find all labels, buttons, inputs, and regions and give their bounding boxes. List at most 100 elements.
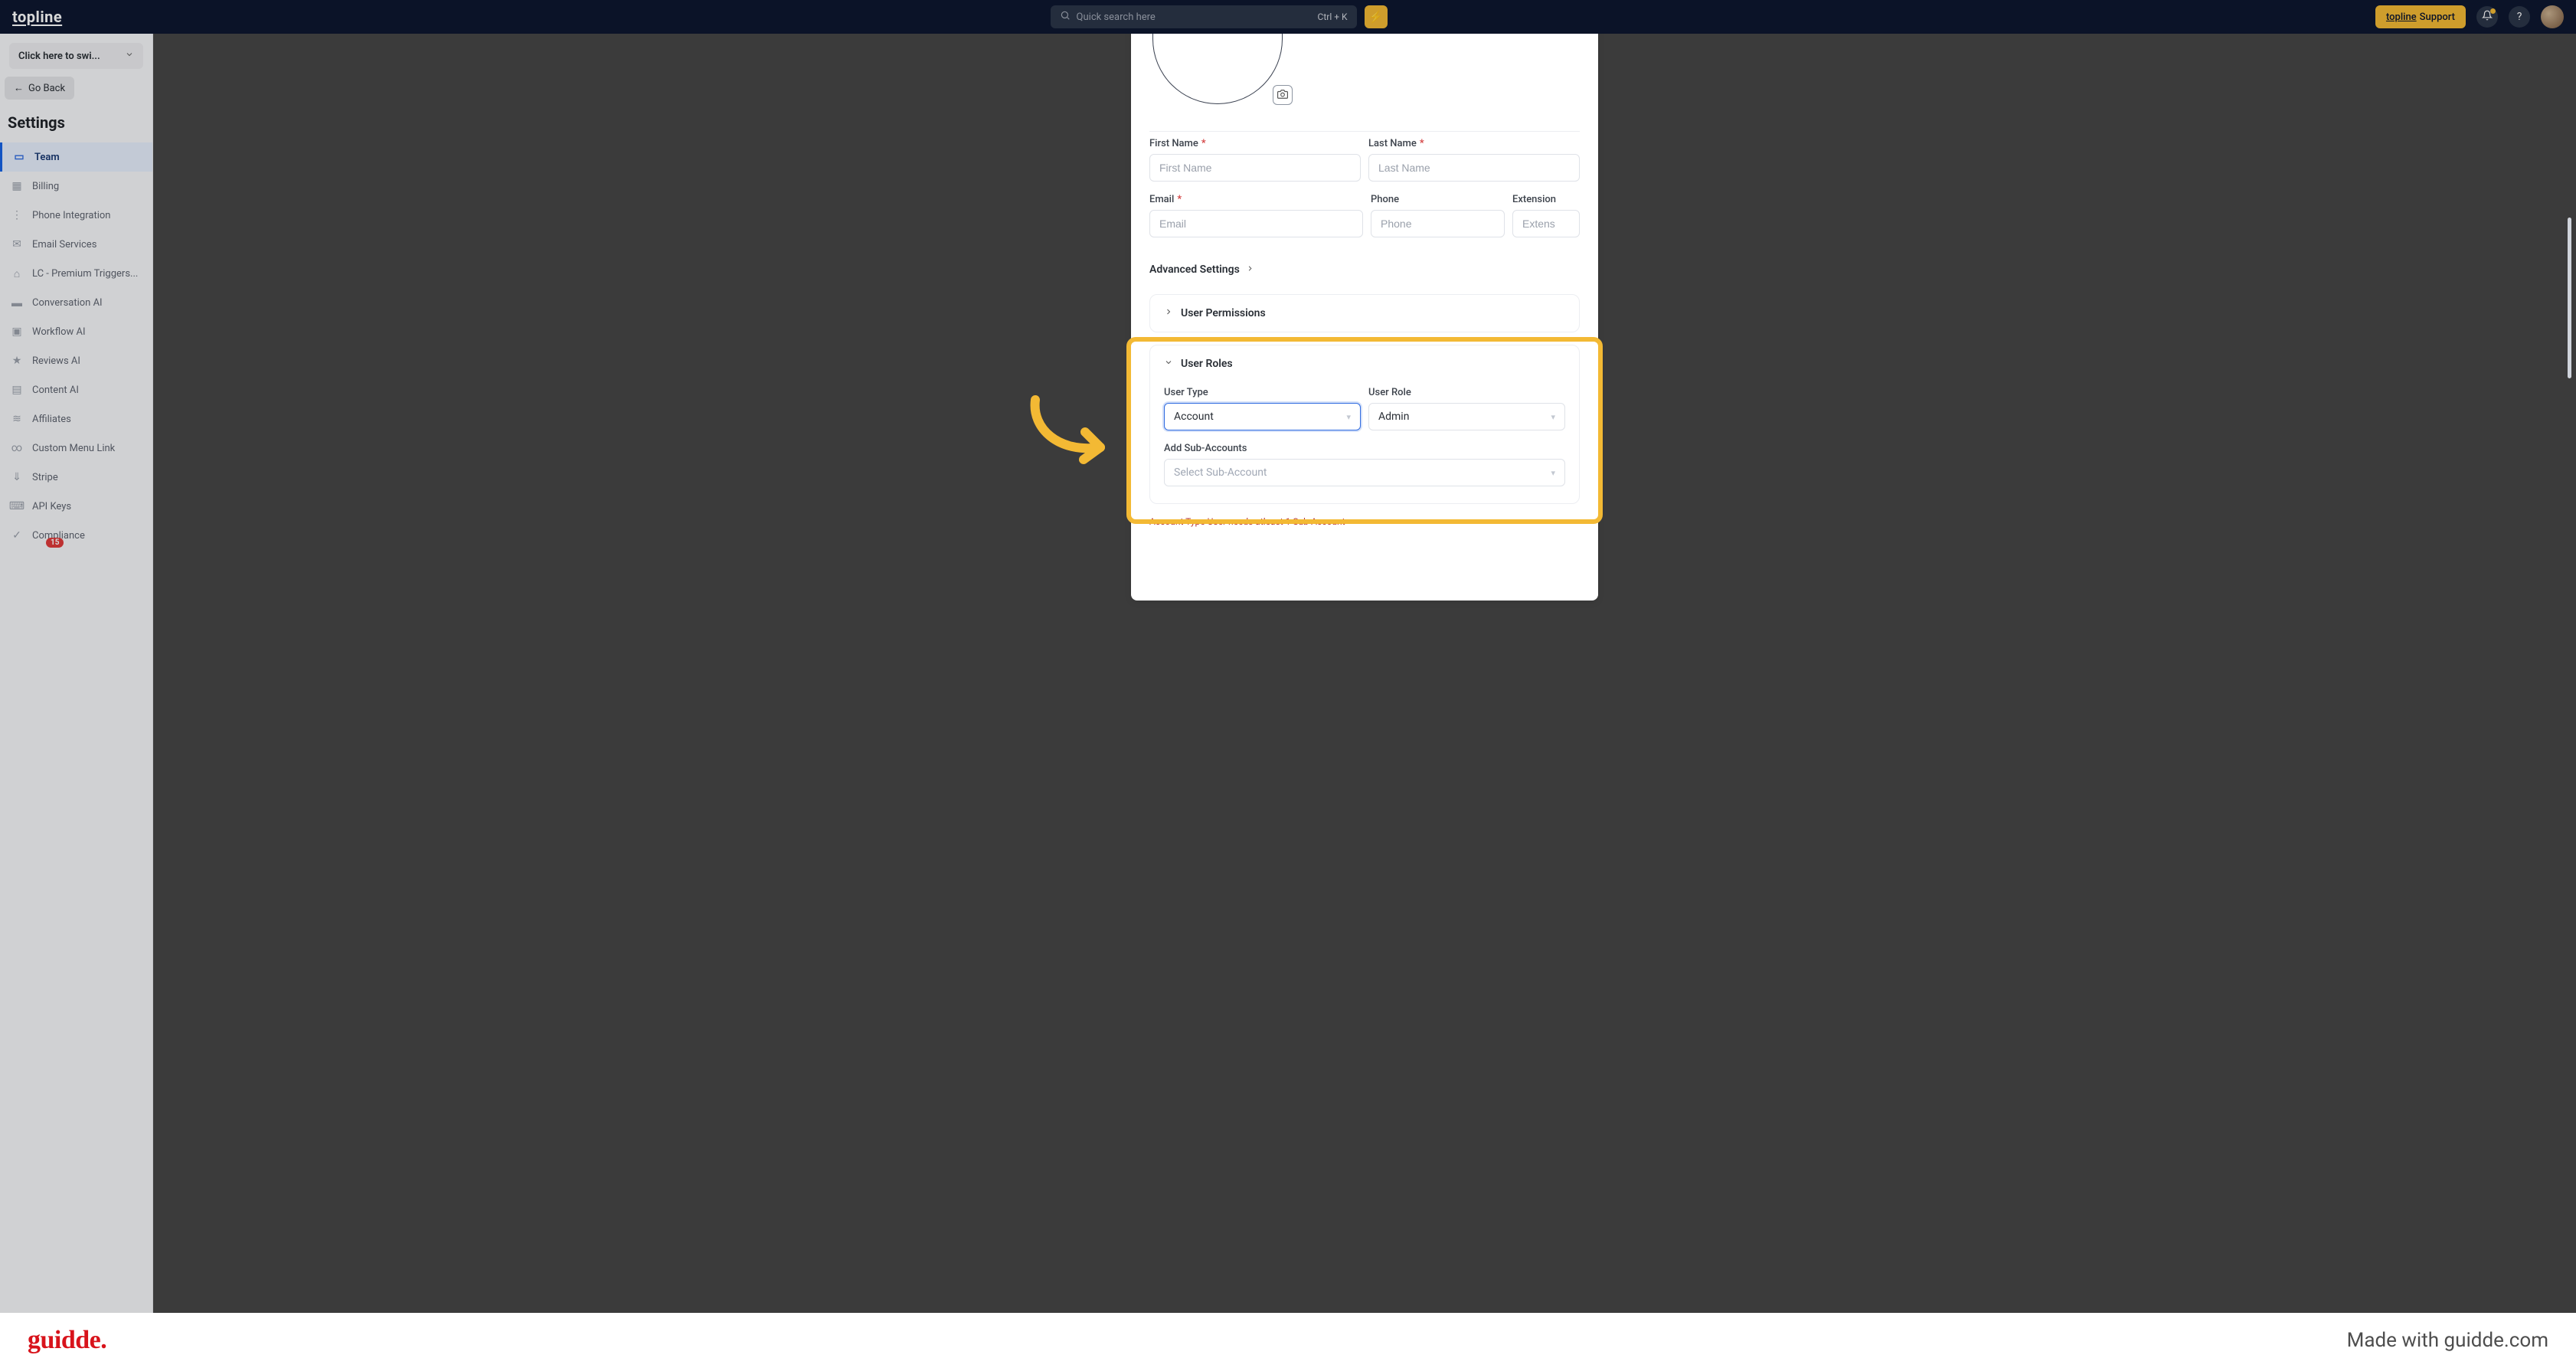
go-back-label: Go Back	[28, 83, 65, 94]
search-input[interactable]: Quick search here Ctrl + K	[1051, 5, 1357, 28]
notifications-button[interactable]	[2476, 6, 2498, 28]
sidebar-item-billing[interactable]: ▦ Billing	[0, 172, 152, 201]
chevron-down-icon	[1164, 358, 1173, 370]
sidebar-item-conversation-ai[interactable]: ▬ Conversation AI	[0, 288, 152, 317]
sidebar-item-compliance[interactable]: ✓ Compliance 15	[0, 521, 152, 550]
switcher-label: Click here to swi...	[18, 51, 100, 62]
chevron-right-icon	[1164, 307, 1173, 319]
first-name-input[interactable]	[1149, 154, 1361, 182]
notification-dot	[2490, 8, 2496, 14]
envelope-icon: ✉	[11, 238, 23, 250]
phone-icon: ⋮	[11, 209, 23, 221]
user-role-select[interactable]: Admin ▾	[1368, 403, 1565, 430]
user-type-select[interactable]: Account ▾	[1164, 403, 1361, 430]
sidebar: Click here to swi... ← Go Back Settings …	[0, 34, 153, 1313]
user-role-label: User Role	[1368, 387, 1565, 398]
key-icon: ⌨	[11, 500, 23, 512]
sidebar-item-label: API Keys	[32, 501, 71, 512]
sidebar-item-reviews-ai[interactable]: ★ Reviews AI	[0, 346, 152, 375]
sub-account-select[interactable]: Select Sub-Account ▾	[1164, 459, 1565, 486]
email-input[interactable]	[1149, 210, 1363, 237]
extension-input[interactable]	[1512, 210, 1580, 237]
help-button[interactable]: ?	[2509, 6, 2530, 28]
go-back-button[interactable]: ← Go Back	[5, 77, 74, 100]
sidebar-item-team[interactable]: ▭ Team	[0, 142, 152, 172]
workflow-icon: ▣	[11, 326, 23, 338]
settings-heading: Settings	[0, 110, 152, 142]
last-name-label: Last Name*	[1368, 138, 1580, 149]
phone-input[interactable]	[1371, 210, 1505, 237]
stripe-icon: ⇓	[11, 471, 23, 483]
workspace-switcher[interactable]: Click here to swi...	[9, 43, 143, 69]
advanced-label: Advanced Settings	[1149, 263, 1240, 276]
chevron-right-icon	[1246, 263, 1254, 276]
search-placeholder: Quick search here	[1077, 11, 1318, 23]
sidebar-item-label: Stripe	[32, 472, 58, 483]
advanced-settings-toggle[interactable]: Advanced Settings	[1149, 250, 1580, 283]
tutorial-arrow-icon	[1024, 394, 1123, 470]
phone-label: Phone	[1371, 194, 1505, 205]
sidebar-item-affiliates[interactable]: ≋ Affiliates	[0, 404, 152, 434]
sidebar-item-custom-menu[interactable]: ∞ Custom Menu Link	[0, 434, 152, 463]
arrow-left-icon: ←	[14, 82, 24, 94]
validation-warning: Account Type User needs atleast 1 Sub-Ac…	[1149, 516, 1580, 527]
user-roles-section: User Roles User Type Account ▾ User Role	[1149, 345, 1580, 504]
guidde-footer: guidde. Made with guidde.com	[0, 1313, 2576, 1368]
team-icon: ▭	[13, 151, 25, 163]
search-kbd: Ctrl + K	[1318, 11, 1348, 22]
sidebar-item-label: Email Services	[32, 239, 96, 250]
sidebar-item-label: Team	[34, 152, 60, 163]
sidebar-item-label: Workflow AI	[32, 326, 86, 338]
store-icon: ⌂	[11, 267, 23, 280]
sidebar-item-label: Billing	[32, 181, 59, 192]
camera-icon	[1277, 88, 1288, 103]
sub-account-placeholder: Select Sub-Account	[1174, 466, 1267, 479]
avatar-placeholder	[1152, 34, 1283, 104]
affiliates-icon: ≋	[11, 413, 23, 425]
lightning-button[interactable]: ⚡	[1365, 5, 1388, 28]
sidebar-item-label: Reviews AI	[32, 355, 80, 367]
user-type-label: User Type	[1164, 387, 1361, 398]
last-name-input[interactable]	[1368, 154, 1580, 182]
support-label: Support	[2420, 11, 2455, 23]
support-brand: topline	[2386, 11, 2417, 23]
user-type-value: Account	[1174, 411, 1214, 423]
user-role-value: Admin	[1378, 411, 1409, 423]
upload-avatar-button[interactable]	[1273, 85, 1293, 105]
guidde-made-with: Made with guidde.com	[2347, 1329, 2548, 1352]
email-label: Email*	[1149, 194, 1363, 205]
chevron-down-icon: ▾	[1551, 412, 1555, 422]
sidebar-item-label: Content AI	[32, 385, 79, 396]
sidebar-item-phone-integration[interactable]: ⋮ Phone Integration	[0, 201, 152, 230]
content-area: First Name* Last Name* Email* P	[153, 34, 2576, 1313]
lightning-icon: ⚡	[1368, 10, 1383, 24]
chevron-down-icon: ▾	[1346, 412, 1351, 422]
sidebar-item-api-keys[interactable]: ⌨ API Keys	[0, 492, 152, 521]
sidebar-item-stripe[interactable]: ⇓ Stripe	[0, 463, 152, 492]
user-permissions-section[interactable]: User Permissions	[1149, 294, 1580, 332]
user-avatar[interactable]	[2541, 5, 2564, 28]
user-form-panel: First Name* Last Name* Email* P	[1131, 34, 1598, 601]
sidebar-item-label: Affiliates	[32, 414, 71, 425]
sidebar-item-lc-triggers[interactable]: ⌂ LC - Premium Triggers...	[0, 259, 152, 288]
chat-icon: ▬	[11, 296, 23, 309]
billing-icon: ▦	[11, 180, 23, 192]
search-icon	[1060, 10, 1071, 24]
chevron-down-icon	[125, 50, 134, 62]
badge-count: 15	[46, 538, 64, 548]
sidebar-item-workflow-ai[interactable]: ▣ Workflow AI	[0, 317, 152, 346]
nav-list: ▭ Team ▦ Billing ⋮ Phone Integration ✉ E…	[0, 142, 152, 550]
sidebar-item-label: Phone Integration	[32, 210, 110, 221]
sidebar-item-email-services[interactable]: ✉ Email Services	[0, 230, 152, 259]
scrollbar[interactable]	[2568, 218, 2571, 378]
app-logo: topline	[12, 8, 62, 26]
support-button[interactable]: topline Support	[2375, 5, 2466, 28]
roles-label: User Roles	[1181, 358, 1233, 370]
chevron-down-icon: ▾	[1551, 468, 1555, 478]
sidebar-item-content-ai[interactable]: ▤ Content AI	[0, 375, 152, 404]
sidebar-item-label: Custom Menu Link	[32, 443, 115, 454]
user-roles-header[interactable]: User Roles	[1164, 358, 1565, 370]
shield-icon: ✓	[11, 529, 23, 542]
sidebar-item-label: LC - Premium Triggers...	[32, 268, 138, 280]
star-icon: ★	[11, 355, 23, 367]
